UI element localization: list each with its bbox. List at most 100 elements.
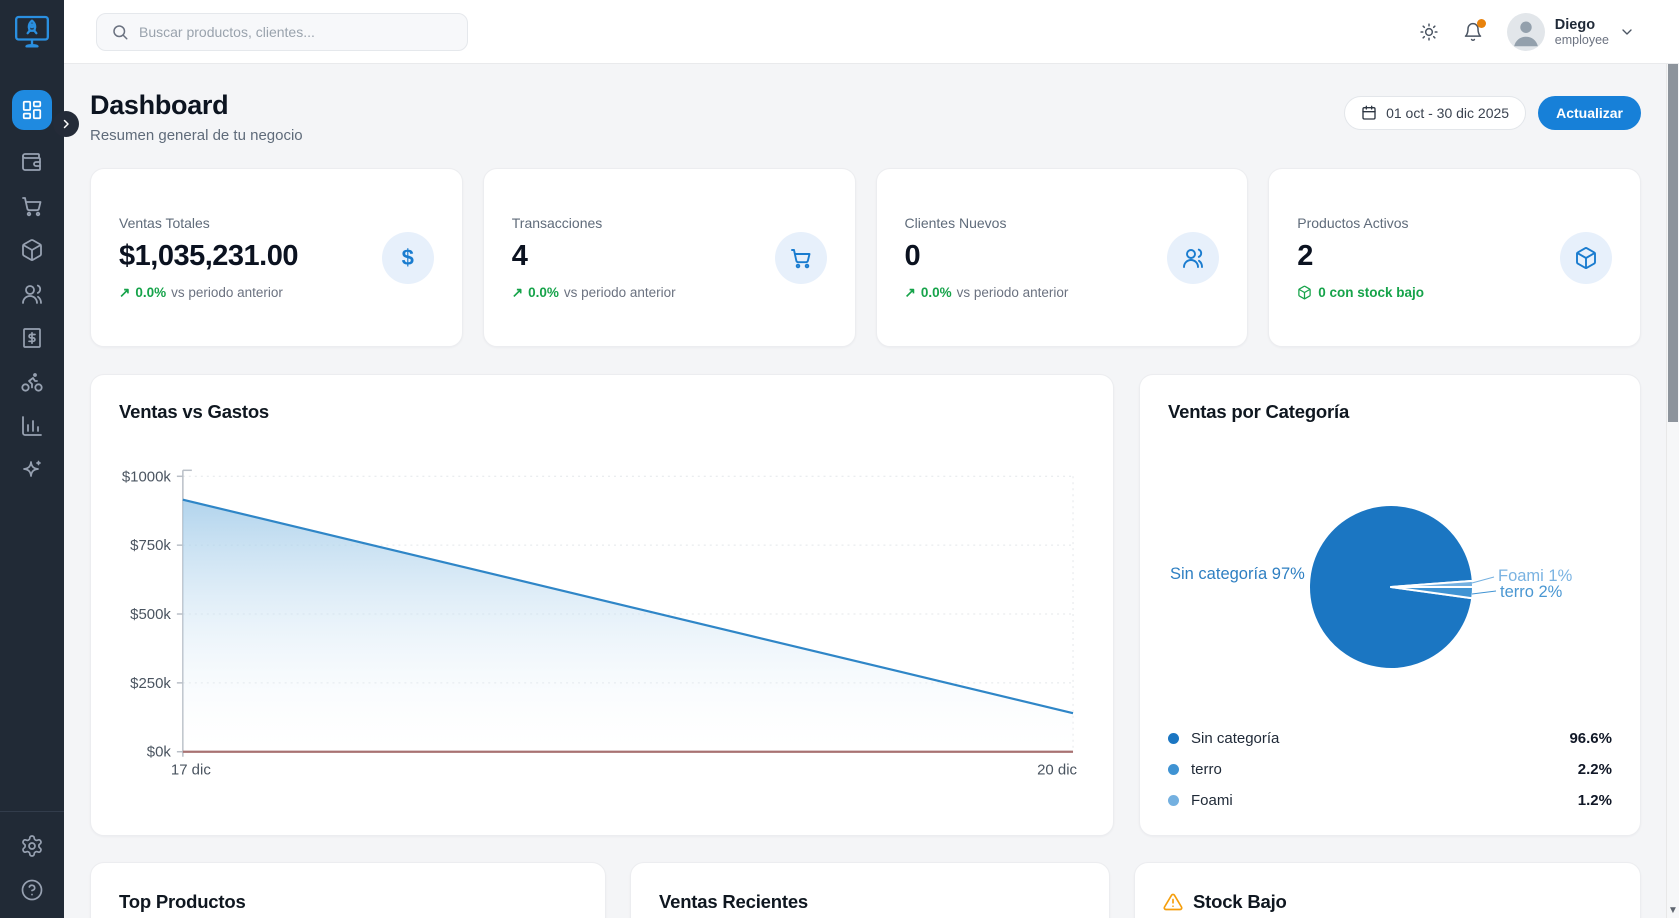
- sidebar-item-users[interactable]: [20, 282, 44, 306]
- svg-text:$750k: $750k: [130, 537, 171, 554]
- legend-item: Foami 1.2%: [1168, 785, 1612, 816]
- legend-dot: [1168, 733, 1179, 744]
- scrollbar-thumb[interactable]: [1668, 64, 1678, 422]
- package-icon: [1297, 285, 1312, 300]
- chevron-down-icon: [1619, 24, 1635, 40]
- card-title: Stock Bajo: [1193, 891, 1287, 913]
- users-icon: [1167, 232, 1219, 284]
- package-icon: [1560, 232, 1612, 284]
- chart-title: Ventas vs Gastos: [119, 401, 1085, 423]
- sidebar-expand-button[interactable]: [53, 111, 79, 137]
- svg-text:$250k: $250k: [130, 675, 171, 692]
- app-logo[interactable]: [0, 0, 64, 64]
- person-icon: [1507, 13, 1545, 51]
- sidebar-item-ai[interactable]: [20, 458, 44, 482]
- dashboard-grid-icon: [21, 99, 43, 121]
- svg-text:17 dic: 17 dic: [171, 762, 211, 779]
- search-input[interactable]: [139, 24, 453, 40]
- wallet-icon: [20, 150, 44, 174]
- sidebar-item-invoice[interactable]: [20, 326, 44, 350]
- stat-card-transacciones: Transacciones 4 ↗ 0.0% vs periodo anteri…: [483, 168, 856, 347]
- main-content: Dashboard Resumen general de tu negocio …: [64, 64, 1679, 918]
- sidebar-footer: [0, 811, 64, 918]
- sidebar-item-delivery[interactable]: [20, 370, 44, 394]
- topbar-actions: Diego employee: [1419, 13, 1635, 51]
- search-icon: [111, 23, 129, 41]
- stat-trend: ↗ 0.0% vs periodo anterior: [119, 285, 298, 301]
- svg-text:$500k: $500k: [130, 606, 171, 623]
- avatar: [1507, 13, 1545, 51]
- user-name: Diego: [1555, 17, 1609, 33]
- svg-text:$0k: $0k: [147, 744, 172, 761]
- charts-row: Ventas vs Gastos $1000k$750k$500k$250k$0…: [90, 374, 1641, 836]
- chevron-right-icon: [60, 118, 72, 130]
- sales-vs-expenses-chart: $1000k$750k$500k$250k$0k17 dic20 dic: [119, 445, 1085, 797]
- trend-up-icon: ↗: [905, 285, 916, 301]
- sidebar: [0, 0, 64, 918]
- svg-text:20 dic: 20 dic: [1037, 762, 1077, 779]
- bike-icon: [20, 370, 44, 394]
- card-title: Top Productos: [119, 891, 246, 913]
- stat-trend: ↗ 0.0% vs periodo anterior: [905, 285, 1069, 301]
- search-box: [96, 13, 468, 51]
- sidebar-item-settings[interactable]: [20, 834, 44, 858]
- sales-by-category-card: Ventas por Categoría Sin categoría 97%Fo…: [1139, 374, 1641, 836]
- stat-trend: ↗ 0.0% vs periodo anterior: [512, 285, 676, 301]
- warning-triangle-icon: [1163, 892, 1183, 912]
- sales-by-category-pie-chart: Sin categoría 97%Foami 1%terro 2%: [1168, 429, 1614, 721]
- legend-dot: [1168, 795, 1179, 806]
- trend-up-icon: ↗: [119, 285, 130, 301]
- stat-label: Ventas Totales: [119, 215, 298, 231]
- topbar: Diego employee: [64, 0, 1679, 64]
- trend-up-icon: ↗: [512, 285, 523, 301]
- notifications-button[interactable]: [1463, 22, 1483, 42]
- stats-row: Ventas Totales $1,035,231.00 ↗ 0.0% vs p…: [90, 168, 1641, 347]
- stat-card-productos-activos: Productos Activos 2 0 con stock bajo: [1268, 168, 1641, 347]
- cart-icon: [775, 232, 827, 284]
- scrollbar[interactable]: ▼: [1666, 64, 1679, 918]
- legend-item: terro 2.2%: [1168, 754, 1612, 785]
- sidebar-item-cart[interactable]: [20, 194, 44, 218]
- legend-dot: [1168, 764, 1179, 775]
- refresh-button[interactable]: Actualizar: [1538, 96, 1641, 130]
- package-icon: [20, 238, 44, 262]
- svg-text:Sin categoría 97%: Sin categoría 97%: [1170, 565, 1305, 583]
- top-products-card: Top Productos: [90, 862, 606, 918]
- date-range-label: 01 oct - 30 dic 2025: [1386, 105, 1509, 121]
- card-title: Ventas Recientes: [659, 891, 808, 913]
- rocket-monitor-logo-icon: [12, 12, 52, 52]
- chart-title: Ventas por Categoría: [1168, 401, 1612, 423]
- sidebar-nav: [12, 90, 52, 482]
- shopping-cart-icon: [20, 194, 44, 218]
- stat-value: 4: [512, 240, 676, 273]
- calendar-icon: [1361, 105, 1377, 121]
- stat-value: 2: [1297, 240, 1424, 273]
- dollar-icon: $: [382, 232, 434, 284]
- receipt-dollar-icon: [20, 326, 44, 350]
- sparkles-icon: [20, 458, 44, 482]
- bar-chart-icon: [20, 414, 44, 438]
- scrollbar-down-arrow[interactable]: ▼: [1667, 905, 1679, 916]
- sidebar-item-wallet[interactable]: [20, 150, 44, 174]
- notification-badge: [1477, 19, 1486, 28]
- stat-label: Transacciones: [512, 215, 676, 231]
- sidebar-item-reports[interactable]: [20, 414, 44, 438]
- theme-toggle-button[interactable]: [1419, 22, 1439, 42]
- users-icon: [20, 282, 44, 306]
- sidebar-divider: [0, 811, 64, 812]
- sidebar-item-help[interactable]: [20, 878, 44, 902]
- low-stock-card: Stock Bajo: [1134, 862, 1641, 918]
- user-meta: Diego employee: [1555, 17, 1609, 47]
- recent-sales-card: Ventas Recientes: [630, 862, 1110, 918]
- stat-card-ventas-totales: Ventas Totales $1,035,231.00 ↗ 0.0% vs p…: [90, 168, 463, 347]
- page-title: Dashboard: [90, 90, 303, 121]
- svg-text:terro 2%: terro 2%: [1500, 583, 1563, 601]
- user-menu[interactable]: Diego employee: [1507, 13, 1635, 51]
- sidebar-item-package[interactable]: [20, 238, 44, 262]
- page-subtitle: Resumen general de tu negocio: [90, 127, 303, 144]
- stat-label: Productos Activos: [1297, 215, 1424, 231]
- sidebar-item-dashboard[interactable]: [12, 90, 52, 130]
- date-range-button[interactable]: 01 oct - 30 dic 2025: [1344, 96, 1526, 130]
- stat-value: 0: [905, 240, 1069, 273]
- sun-icon: [1419, 22, 1439, 42]
